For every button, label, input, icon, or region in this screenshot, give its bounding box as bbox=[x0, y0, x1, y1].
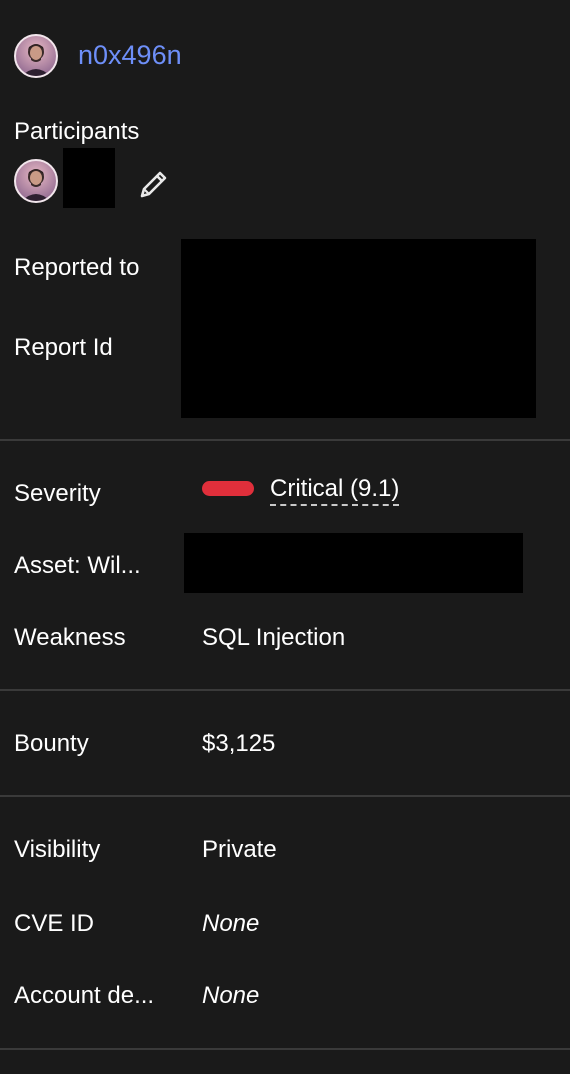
reported-to-label: Reported to bbox=[14, 254, 140, 281]
report-details-redacted bbox=[181, 239, 536, 418]
bounty-value: $3,125 bbox=[202, 730, 276, 757]
cve-id-label: CVE ID bbox=[14, 910, 95, 937]
cve-id-value: None bbox=[202, 910, 260, 937]
divider bbox=[0, 689, 570, 691]
pencil-icon[interactable] bbox=[136, 166, 172, 202]
visibility-label: Visibility bbox=[14, 836, 101, 863]
divider bbox=[0, 795, 570, 797]
participants-label: Participants bbox=[14, 118, 140, 145]
participant-avatar[interactable] bbox=[14, 159, 58, 203]
account-details-value: None bbox=[202, 982, 260, 1009]
divider bbox=[0, 439, 570, 441]
divider bbox=[0, 1048, 570, 1050]
asset-redacted bbox=[184, 533, 523, 593]
visibility-value: Private bbox=[202, 836, 277, 863]
bounty-label: Bounty bbox=[14, 730, 89, 757]
severity-value[interactable]: Critical (9.1) bbox=[270, 474, 400, 506]
severity-label: Severity bbox=[14, 480, 101, 507]
asset-label: Asset: Wil... bbox=[14, 552, 141, 579]
reporter-username[interactable]: n0x496n bbox=[78, 38, 182, 72]
participant-redacted bbox=[63, 148, 115, 208]
weakness-value[interactable]: SQL Injection bbox=[202, 623, 345, 653]
account-details-label: Account de... bbox=[14, 982, 155, 1009]
severity-indicator bbox=[202, 481, 254, 496]
report-id-label: Report Id bbox=[14, 334, 113, 361]
weakness-label: Weakness bbox=[14, 624, 126, 651]
reporter-avatar[interactable] bbox=[14, 34, 58, 78]
